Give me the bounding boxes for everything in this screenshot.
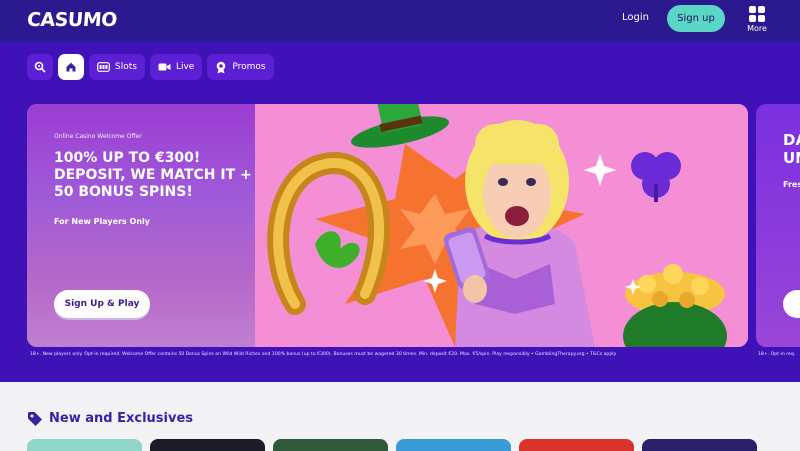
game-tile[interactable] xyxy=(396,439,511,451)
home-icon xyxy=(66,62,76,72)
nav-promos-label: Promos xyxy=(232,62,266,72)
nav-live-label: Live xyxy=(175,62,195,72)
signup-and-play-button[interactable]: Sign Up & Play xyxy=(54,290,150,318)
camera-icon xyxy=(158,63,171,71)
banner-headline: 100% UP TO €300! DEPOSIT, WE MATCH IT + … xyxy=(54,150,252,200)
search-icon xyxy=(34,61,46,73)
next-banner-headline: DA UN xyxy=(783,131,800,167)
rosette-icon xyxy=(217,61,226,73)
login-link[interactable]: Login xyxy=(622,11,649,25)
slots-icon xyxy=(97,62,110,72)
game-tile[interactable] xyxy=(150,439,265,451)
more-menu-button[interactable]: More xyxy=(740,6,774,38)
nav-home[interactable] xyxy=(58,54,84,80)
nav-promos[interactable]: Promos xyxy=(207,54,274,80)
next-banner-terms: 18+. Opt-in req. xyxy=(758,352,796,357)
signup-button[interactable]: Sign up xyxy=(667,5,725,32)
category-nav: Slots Live Promos xyxy=(27,54,274,80)
banner-terms: 18+. New players only. Opt-in required. … xyxy=(30,352,617,357)
game-tile[interactable] xyxy=(273,439,388,451)
casumo-logo[interactable]: CASUMO xyxy=(26,9,117,31)
next-banner-cta[interactable] xyxy=(783,290,800,318)
banner-eyebrow: Online Casino Welcome Offer xyxy=(54,133,142,140)
grid-icon xyxy=(749,6,765,22)
new-exclusives-section: New and Exclusives xyxy=(0,382,800,451)
next-banner-peek[interactable]: DA UN Fres xyxy=(756,104,800,347)
game-tile[interactable] xyxy=(642,439,757,451)
more-label: More xyxy=(747,24,767,33)
game-tile[interactable] xyxy=(519,439,634,451)
search-button[interactable] xyxy=(27,54,53,80)
next-banner-subtext: Fres xyxy=(783,180,800,189)
section-title: New and Exclusives xyxy=(49,411,193,426)
game-tiles-row xyxy=(27,439,757,451)
welcome-offer-banner[interactable]: Online Casino Welcome Offer 100% UP TO €… xyxy=(27,104,748,347)
top-bar: CASUMO Login Sign up More xyxy=(0,0,800,42)
banner-artwork xyxy=(255,104,748,347)
tag-icon xyxy=(28,412,42,426)
banner-subtext: For New Players Only xyxy=(54,217,151,226)
nav-slots-label: Slots xyxy=(115,62,137,72)
nav-live[interactable]: Live xyxy=(149,54,203,80)
game-tile[interactable] xyxy=(27,439,142,451)
nav-slots[interactable]: Slots xyxy=(89,54,145,80)
